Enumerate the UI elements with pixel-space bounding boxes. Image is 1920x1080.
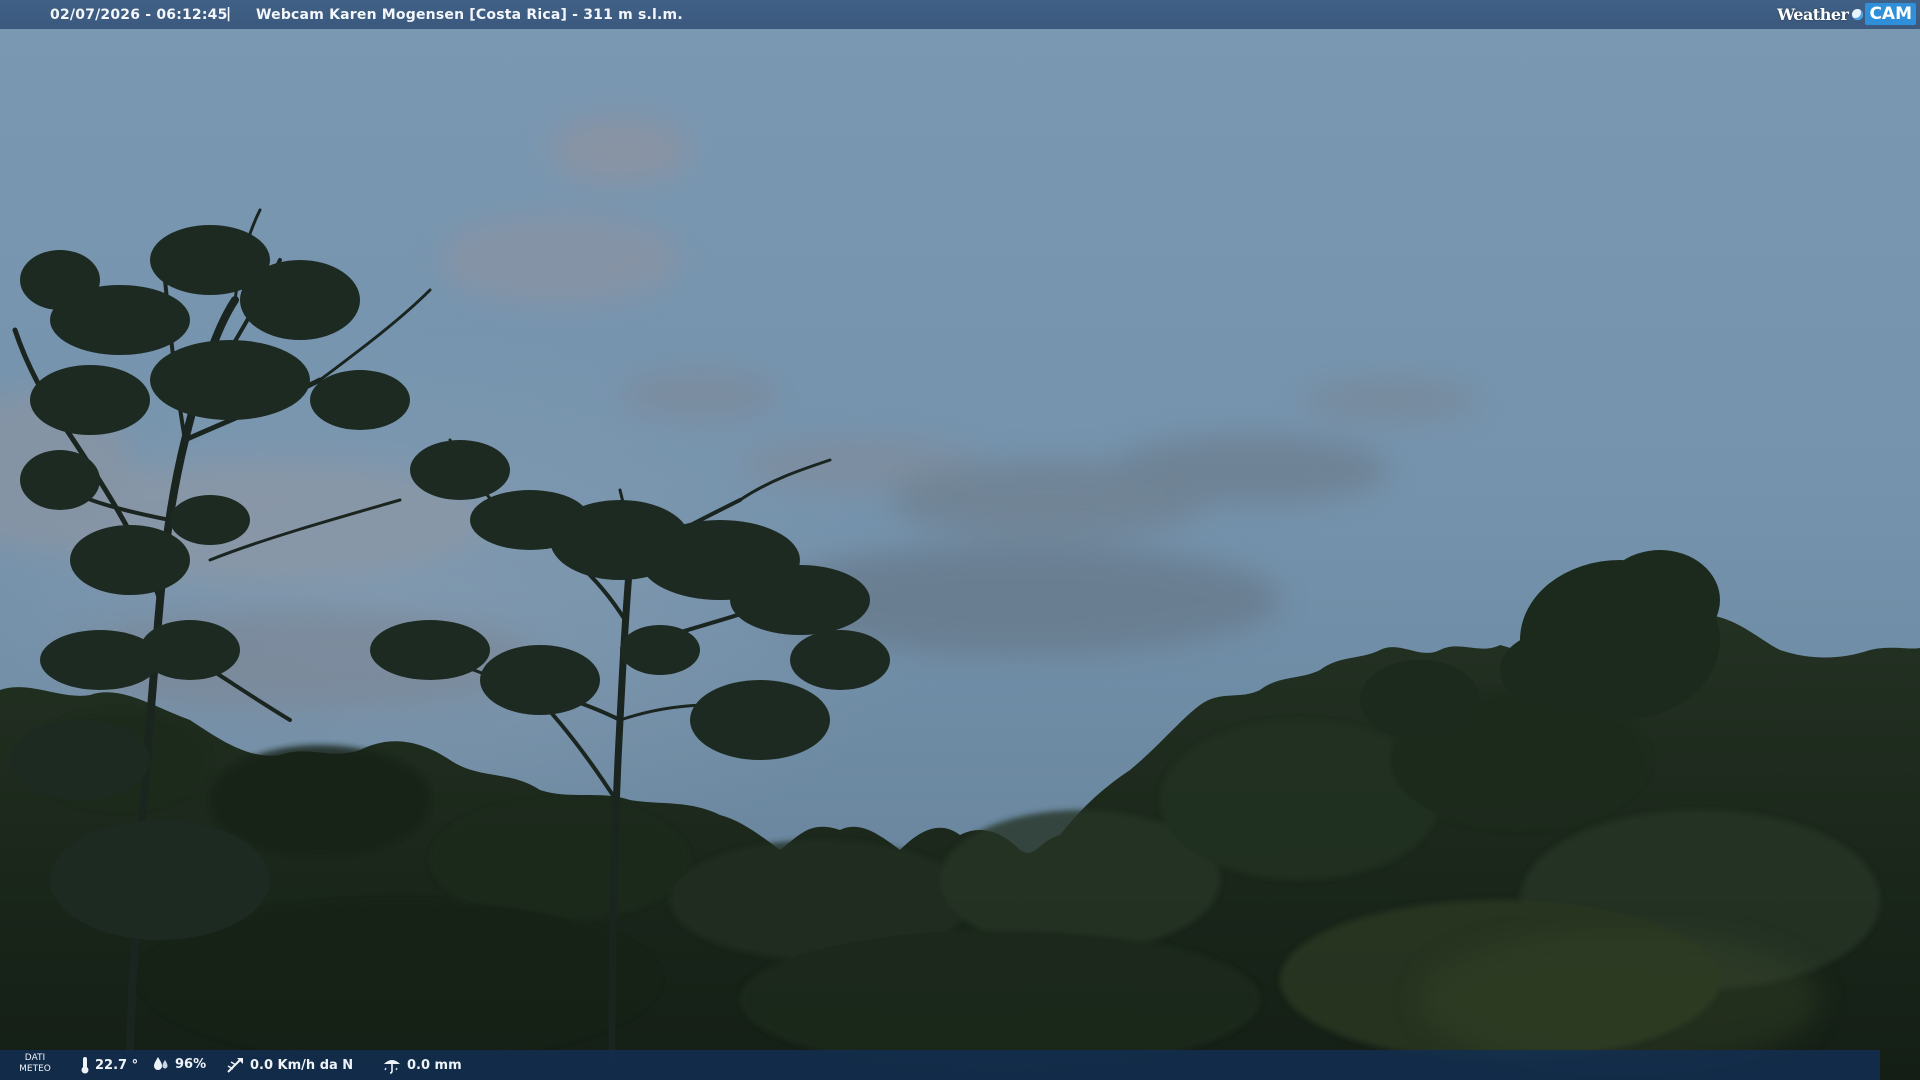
separator: |	[226, 6, 232, 22]
humidity-readout: 96%	[152, 1056, 206, 1072]
rain-value: 0.0 mm	[407, 1057, 462, 1073]
thermometer-icon	[81, 1057, 89, 1074]
logo-weather-text: Weather	[1777, 4, 1849, 24]
weathercam-logo: Weather CAM	[1777, 2, 1916, 26]
weather-data-bar: DATI METEO 22.7 ° 96% 0.0 Km/h da N 0.0 …	[0, 1050, 1880, 1080]
humidity-drops-icon	[154, 1057, 168, 1070]
wind-vane-icon	[227, 1058, 243, 1073]
logo-dot-icon	[1852, 8, 1864, 20]
rain-gauge-icon	[384, 1060, 400, 1074]
wind-readout: 0.0 Km/h da N	[225, 1056, 353, 1074]
dati-meteo-label: DATI METEO	[19, 1053, 51, 1074]
timestamp: 02/07/2026 - 06:12:45	[50, 7, 228, 23]
top-info-bar: 02/07/2026 - 06:12:45 | Webcam Karen Mog…	[0, 0, 1920, 29]
humidity-value: 96%	[175, 1056, 207, 1072]
logo-cam-text: CAM	[1865, 3, 1916, 25]
wind-value: 0.0 Km/h da N	[250, 1057, 354, 1073]
temperature-readout: 22.7 °	[80, 1056, 138, 1074]
webcam-image	[0, 0, 1920, 1080]
temperature-value: 22.7 °	[95, 1057, 139, 1073]
webcam-frame: 02/07/2026 - 06:12:45 | Webcam Karen Mog…	[0, 0, 1920, 1080]
webcam-title: Webcam Karen Mogensen [Costa Rica] - 311…	[256, 7, 683, 23]
rain-readout: 0.0 mm	[382, 1056, 462, 1074]
